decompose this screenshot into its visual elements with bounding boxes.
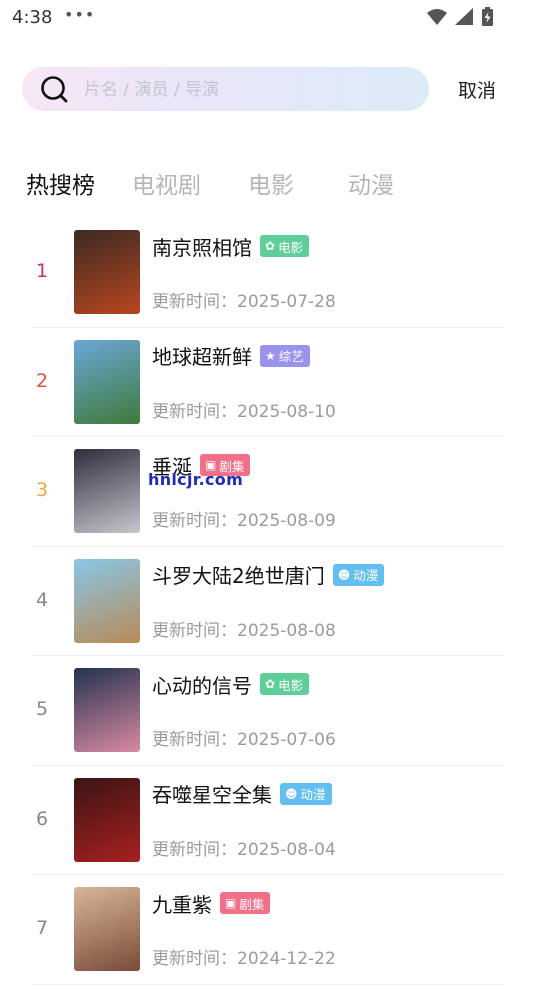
update-time-label: 更新时间： (152, 949, 237, 969)
search-box[interactable] (22, 67, 429, 111)
search-icon (41, 76, 68, 103)
signal-icon (455, 8, 473, 25)
title-line: 吞噬星空全集 ☻ 动漫 (152, 780, 332, 808)
category-badge: ☻ 动漫 (332, 563, 385, 586)
update-time: 更新时间：2025-07-06 (152, 725, 336, 750)
update-date: 2025-07-28 (237, 292, 336, 312)
category-tabs: 热搜榜 电视剧 电影 动漫 (26, 166, 506, 202)
poster-image[interactable] (74, 887, 140, 971)
hot-search-list: 1 南京照相馆 ✿ 电影 更新时间：2025-07-28 2 地球超新鲜 ★ 综艺 更新时间：20… (32, 218, 504, 985)
list-item[interactable]: 4 斗罗大陆2绝世唐门 ☻ 动漫更新时间：2025-08-08 (32, 547, 504, 656)
update-time-label: 更新时间： (152, 620, 237, 641)
title-line: 南京照相馆 ✿ 电影 (152, 232, 310, 261)
item-title[interactable]: 地球超新鲜 (152, 341, 252, 370)
category-badge: ☻ 动漫 (280, 782, 332, 805)
list-item[interactable]: 6 吞噬星空全集 ☻ 动漫更新时间：2025-08-04 (32, 766, 504, 875)
item-title[interactable]: 心动的信号 (152, 670, 252, 699)
rank-number: 4 (35, 588, 49, 611)
title-line: 心动的信号 ✿ 电影 (152, 670, 310, 699)
update-time-label: 更新时间： (152, 839, 237, 860)
title-line: 九重紫 ▣ 剧集 (152, 889, 271, 918)
update-date: 2025-08-10 (237, 401, 336, 422)
update-date: 2025-08-09 (237, 511, 336, 531)
update-date: 2025-08-08 (237, 620, 336, 641)
cancel-button[interactable]: 取消 (458, 76, 496, 103)
update-time-label: 更新时间： (152, 730, 237, 750)
poster-image[interactable] (74, 668, 140, 752)
battery-icon (482, 7, 493, 26)
list-item[interactable]: 1 南京照相馆 ✿ 电影更新时间：2025-07-28 (32, 218, 504, 328)
update-time: 更新时间：2025-07-28 (152, 287, 336, 312)
update-time: 更新时间：2025-08-09 (152, 506, 336, 531)
update-date: 2025-08-04 (237, 839, 336, 860)
search-bar: 取消 (22, 67, 512, 111)
update-time-label: 更新时间： (152, 511, 237, 531)
update-time: 更新时间：2025-08-08 (152, 616, 336, 641)
category-badge: ★ 综艺 (260, 344, 310, 367)
notification-dots-icon: ••• (64, 5, 96, 24)
category-badge: ✿ 电影 (260, 235, 310, 257)
tab-tv-series[interactable]: 电视剧 (132, 166, 201, 200)
badge-label: 综艺 (278, 349, 304, 364)
badge-label: 动漫 (353, 568, 379, 583)
poster-image[interactable] (74, 449, 140, 533)
watermark-text: hnlcjr.com (148, 470, 244, 489)
badge-label: 动漫 (300, 787, 326, 802)
search-input[interactable] (82, 78, 416, 102)
item-title[interactable]: 南京照相馆 (152, 232, 252, 261)
list-item[interactable]: 3 垂涎 ▣ 剧集 更新时间：2025-08-09 (32, 437, 504, 547)
star-icon: ★ (265, 348, 276, 363)
update-time: 更新时间：2025-08-04 (152, 835, 336, 860)
film-reel-icon: ✿ (265, 239, 276, 253)
system-status-icons (427, 7, 493, 26)
title-line: 斗罗大陆2绝世唐门 ☻ 动漫 (152, 560, 385, 589)
status-time: 4:38 (12, 7, 53, 28)
cat-face-icon: ☻ (337, 567, 351, 582)
update-date: 2025-07-06 (237, 730, 336, 750)
item-title[interactable]: 斗罗大陆2绝世唐门 (152, 560, 325, 589)
category-badge: ✿ 电影 (260, 673, 310, 695)
poster-image[interactable] (74, 558, 140, 643)
rank-number: 7 (35, 917, 49, 939)
tv-icon: ▣ (225, 896, 237, 910)
list-item[interactable]: 2 地球超新鲜 ★ 综艺更新时间：2025-08-10 (32, 328, 504, 437)
badge-label: 剧集 (239, 896, 265, 912)
update-time: 更新时间：2024-12-22 (152, 944, 336, 969)
rank-number: 6 (35, 807, 49, 830)
update-date: 2024-12-22 (237, 949, 336, 969)
cat-face-icon: ☻ (285, 786, 298, 801)
update-time: 更新时间：2025-08-10 (152, 397, 336, 422)
poster-image[interactable] (74, 777, 140, 862)
rank-number: 5 (35, 698, 49, 720)
category-badge: ▣ 剧集 (220, 892, 271, 914)
tab-movies[interactable]: 电影 (248, 166, 294, 200)
badge-label: 电影 (278, 239, 304, 255)
list-item[interactable]: 7 九重紫 ▣ 剧集更新时间：2024-12-22 (32, 875, 504, 985)
item-title[interactable]: 吞噬星空全集 (152, 779, 272, 808)
list-item[interactable]: 5 心动的信号 ✿ 电影更新时间：2025-07-06 (32, 656, 504, 766)
update-time-label: 更新时间： (152, 292, 237, 312)
wifi-icon (427, 9, 447, 25)
title-line: 地球超新鲜 ★ 综艺 (152, 342, 310, 370)
badge-label: 电影 (278, 677, 304, 693)
update-time-label: 更新时间： (152, 401, 237, 422)
tab-hot-search[interactable]: 热搜榜 (26, 166, 95, 200)
rank-number: 3 (35, 479, 49, 501)
poster-image[interactable] (74, 230, 140, 314)
poster-image[interactable] (74, 339, 140, 424)
status-bar: 4:38 ••• (0, 0, 535, 36)
tab-anime[interactable]: 动漫 (348, 166, 394, 200)
rank-number: 1 (35, 260, 49, 282)
rank-number: 2 (35, 369, 49, 392)
film-reel-icon: ✿ (265, 677, 276, 691)
item-title[interactable]: 九重紫 (152, 889, 212, 918)
